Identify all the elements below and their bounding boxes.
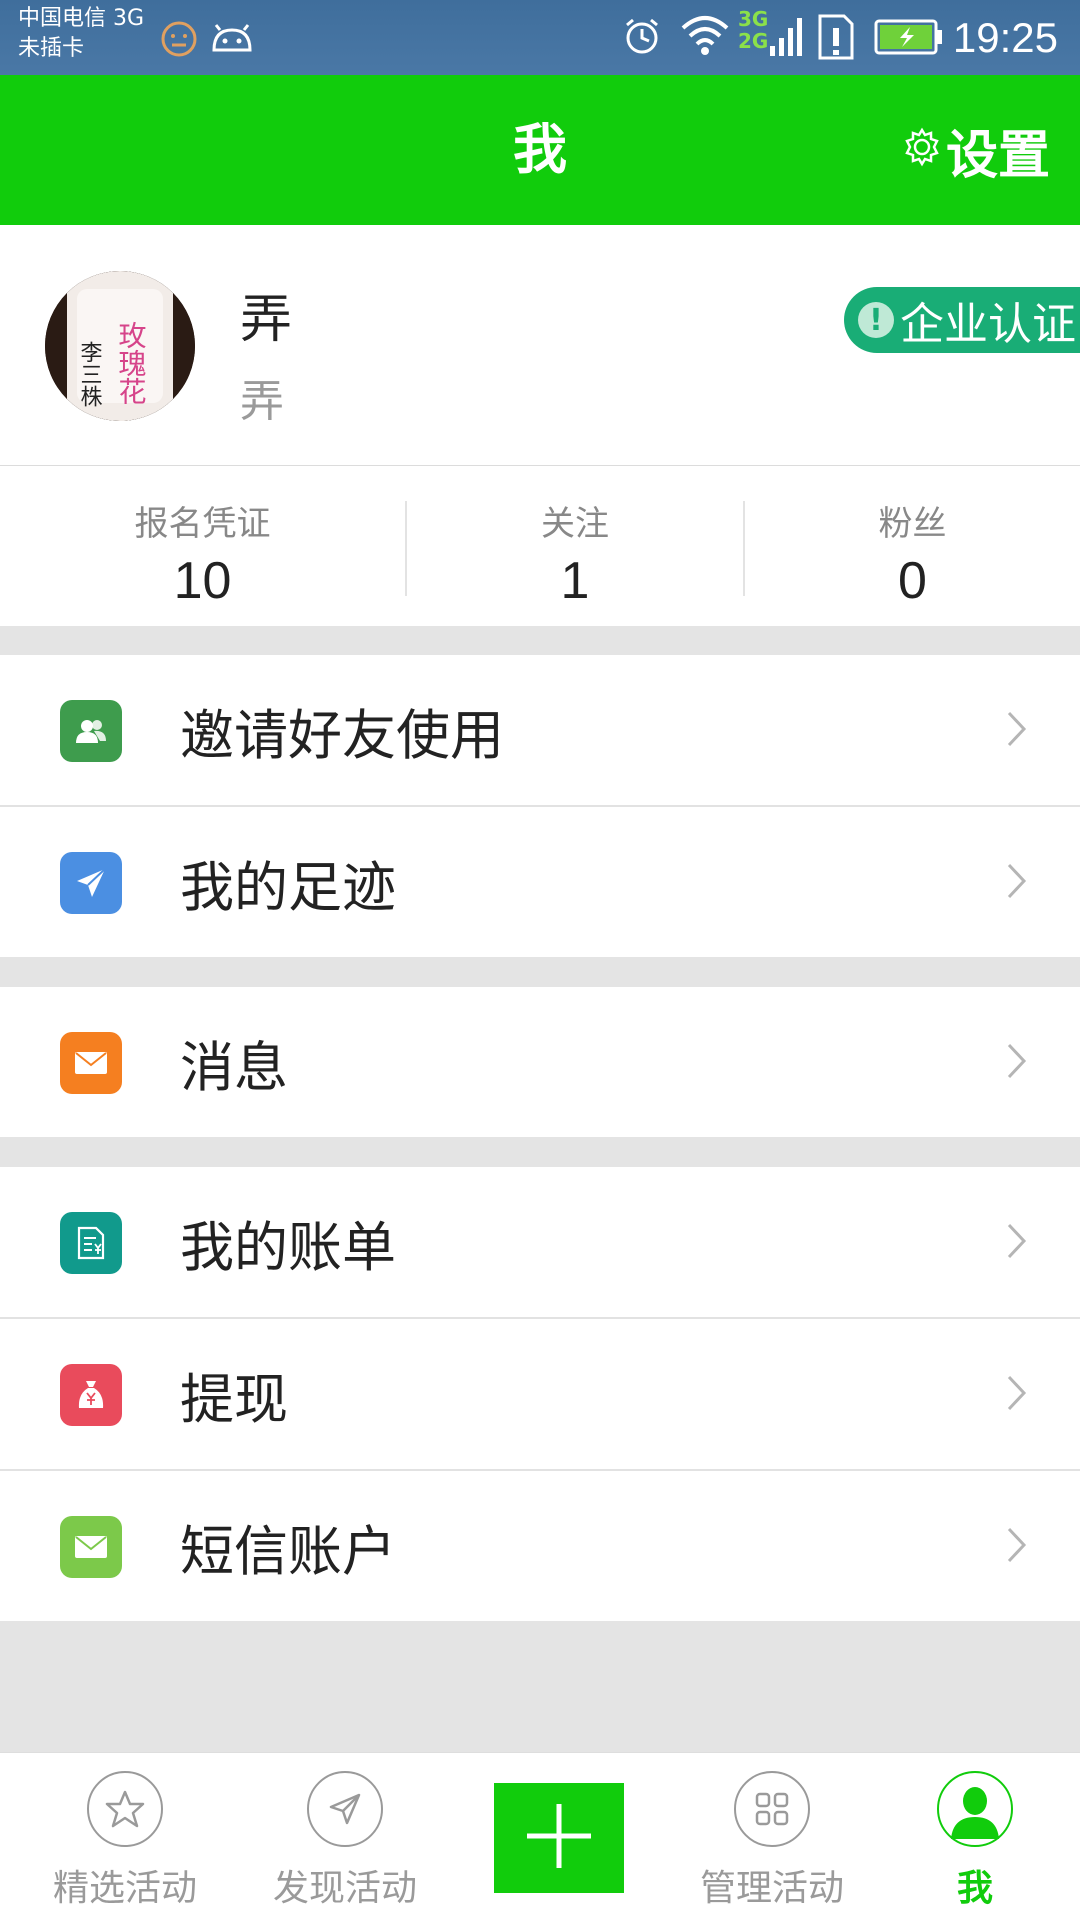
gear-icon (902, 120, 946, 180)
user-name: 弄 (240, 290, 293, 350)
chevron-right-icon (1006, 1374, 1028, 1416)
add-activity-button[interactable] (494, 1783, 624, 1893)
user-nickname: 弄 (240, 376, 284, 427)
avatar[interactable]: 李三株 玫瑰花 (45, 271, 195, 421)
android-icon (210, 24, 254, 58)
clock: 19:25 (952, 14, 1058, 61)
tab-me[interactable]: 我 (875, 1753, 1075, 1921)
menu-item-footprints[interactable]: 我的足迹 (0, 807, 1080, 957)
profile-card[interactable]: 李三株 玫瑰花 弄 弄 ! 企业认证 (0, 225, 1080, 466)
top-header: 我 设置 (0, 75, 1080, 225)
star-icon (87, 1771, 163, 1847)
menu-label: 邀请好友使用 (180, 703, 504, 767)
chevron-right-icon (1006, 1222, 1028, 1264)
sim-status: 未插卡 (18, 36, 85, 61)
tab-label: 精选活动 (52, 1868, 197, 1909)
tab-label: 管理活动 (699, 1868, 844, 1909)
chevron-right-icon (1006, 1526, 1028, 1568)
navigation-arrow-icon (307, 1771, 383, 1847)
avatar-text-right: 玫瑰花 (115, 321, 148, 405)
enterprise-cert-button[interactable]: ! 企业认证 (844, 287, 1080, 353)
menu-label: 我的账单 (180, 1215, 396, 1279)
paper-plane-icon (60, 852, 122, 914)
signal-icon (768, 14, 804, 64)
invite-friends-icon (60, 700, 122, 762)
menu-label: 提现 (180, 1367, 288, 1431)
stat-label: 关注 (541, 504, 609, 544)
smiley-icon (160, 20, 198, 62)
network-3g-label: 3G (738, 7, 769, 31)
stat-label: 报名凭证 (134, 504, 271, 544)
battery-charging-icon (874, 18, 944, 60)
menu-label: 消息 (180, 1035, 288, 1099)
stats-bar: 报名凭证 10 关注 1 粉丝 0 (0, 466, 1080, 626)
menu-item-invite-friends[interactable]: 邀请好友使用 (0, 655, 1080, 805)
settings-button[interactable]: 设置 (902, 75, 1050, 225)
stat-following[interactable]: 关注 1 (407, 466, 743, 626)
stat-value: 0 (898, 552, 927, 610)
stat-followers[interactable]: 粉丝 0 (745, 466, 1080, 626)
sms-envelope-icon (60, 1516, 122, 1578)
stat-label: 粉丝 (878, 504, 947, 544)
settings-label: 设置 (945, 125, 1050, 186)
avatar-text-left: 李三株 (77, 341, 103, 407)
stat-value: 10 (173, 552, 232, 610)
bill-icon (60, 1212, 122, 1274)
menu-label: 短信账户 (180, 1519, 396, 1583)
tab-manage-activities[interactable]: 管理活动 (672, 1753, 872, 1921)
menu-item-messages[interactable]: 消息 (0, 987, 1080, 1137)
status-bar: 中国电信 3G 未插卡 3G 2G 19:25 (0, 0, 1080, 75)
carrier-name: 中国电信 3G (18, 6, 145, 31)
cert-label: 企业认证 (900, 299, 1076, 350)
stat-value: 1 (560, 552, 590, 610)
stat-registrations[interactable]: 报名凭证 10 (0, 466, 405, 626)
tab-featured-activities[interactable]: 精选活动 (25, 1753, 225, 1921)
menu-label: 我的足迹 (180, 855, 396, 919)
exclamation-icon: ! (858, 302, 894, 338)
tab-label: 发现活动 (272, 1868, 417, 1909)
sim-alert-icon (816, 12, 856, 66)
wifi-icon (680, 14, 730, 60)
carrier-info: 中国电信 3G 未插卡 (18, 4, 144, 64)
network-type: 3G 2G (738, 8, 768, 52)
chevron-right-icon (1006, 1042, 1028, 1084)
menu-item-my-bills[interactable]: 我的账单 (0, 1167, 1080, 1317)
plus-icon (523, 1800, 595, 1876)
chevron-right-icon (1006, 862, 1028, 904)
menu-item-sms-account[interactable]: 短信账户 (0, 1471, 1080, 1621)
chevron-right-icon (1006, 710, 1028, 752)
grid-icon (734, 1771, 810, 1847)
envelope-icon (60, 1032, 122, 1094)
money-bag-icon (60, 1364, 122, 1426)
network-2g-label: 2G (738, 29, 769, 53)
tab-label: 我 (956, 1868, 993, 1909)
bottom-nav: 精选活动 发现活动 管理活动 我 (0, 1752, 1080, 1921)
tab-discover-activities[interactable]: 发现活动 (245, 1753, 445, 1921)
alarm-icon (622, 16, 662, 60)
user-icon (937, 1771, 1013, 1847)
menu-item-withdraw[interactable]: 提现 (0, 1319, 1080, 1469)
